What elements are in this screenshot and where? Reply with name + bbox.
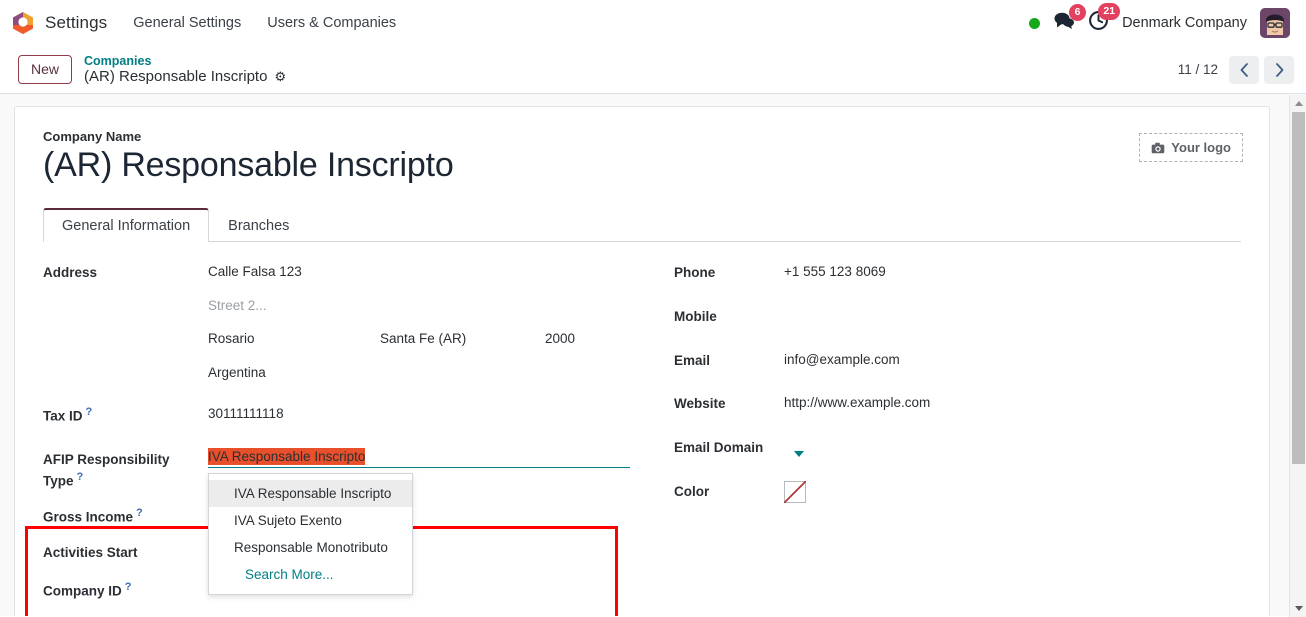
breadcrumb-current-record: (AR) Responsable Inscripto ⚙ [84,68,286,85]
field-website: Website http://www.example.com [674,393,1241,415]
afip-responsibility-type-label: AFIP Responsibility Type? [43,449,208,491]
odoo-logo-icon[interactable] [10,10,36,36]
page-title[interactable]: (AR) Responsable Inscripto [43,146,1241,185]
breadcrumb-item-companies[interactable]: Companies [84,54,286,68]
form-columns: Address Calle Falsa 123 Street 2... Rosa… [43,242,1241,616]
address-city[interactable]: Rosario [208,329,380,349]
tax-id-label: Tax ID? [43,404,208,426]
tax-id-label-text: Tax ID [43,408,83,424]
dropdown-option-iva-sujeto-exento[interactable]: IVA Sujeto Exento [209,507,412,534]
company-id-label: Company ID? [43,579,208,601]
messages-menu[interactable]: 6 [1053,4,1087,35]
tax-id-value[interactable]: 30111111118 [208,404,284,424]
scroll-down-arrow-icon[interactable] [1290,600,1306,617]
field-color: Color [674,481,1241,504]
gross-income-label: Gross Income? [43,505,208,527]
chevron-down-icon[interactable] [794,451,804,458]
address-street2-placeholder[interactable]: Street 2... [208,296,575,316]
scrollbar-thumb[interactable] [1292,112,1305,464]
scroll-up-arrow-icon[interactable] [1290,95,1306,112]
messages-count-badge: 6 [1069,4,1087,21]
dropdown-search-more[interactable]: Search More... [209,561,412,588]
company-logo-upload-label: Your logo [1171,140,1231,155]
activities-start-label: Activities Start [43,545,138,561]
color-label: Color [674,484,710,500]
company-name-label: Company Name [43,129,142,144]
dropdown-option-responsable-monotributo[interactable]: Responsable Monotributo [209,534,412,561]
pager-next-button[interactable] [1264,55,1294,84]
field-address: Address Calle Falsa 123 Street 2... Rosa… [43,262,642,382]
company-id-label-text: Company ID [43,583,122,599]
address-country[interactable]: Argentina [208,363,575,383]
form-column-left: Address Calle Falsa 123 Street 2... Rosa… [43,262,804,616]
afip-input-selected-text: IVA Responsable Inscripto [208,448,366,466]
user-avatar-icon[interactable] [1260,8,1290,38]
pager-count: 11 / 12 [1177,62,1218,77]
tab-branches[interactable]: Branches [209,208,308,242]
nav-menu-general-settings[interactable]: General Settings [133,15,241,31]
phone-value[interactable]: +1 555 123 8069 [784,262,886,282]
address-street[interactable]: Calle Falsa 123 [208,262,575,282]
empty-color-swatch-icon[interactable] [784,481,806,504]
user-menu-label[interactable]: Denmark Company [1122,15,1247,31]
tax-id-help-icon[interactable]: ? [86,406,93,418]
phone-label: Phone [674,265,716,281]
website-label: Website [674,396,726,412]
field-afip-responsibility-type: AFIP Responsibility Type? IVA Responsabl… [43,448,804,596]
address-values: Calle Falsa 123 Street 2... Rosario Sant… [208,262,575,382]
nav-menu-users-companies[interactable]: Users & Companies [267,15,396,31]
afip-label-line2: Type [43,473,74,489]
website-value[interactable]: http://www.example.com [784,393,930,413]
breadcrumb-current-label: (AR) Responsable Inscripto [84,68,268,86]
company-logo-upload-button[interactable]: Your logo [1139,133,1243,162]
afip-responsibility-type-dropdown: IVA Responsable Inscripto IVA Sujeto Exe… [208,473,413,596]
pager: 11 / 12 [1177,55,1294,84]
field-email-domain: Email Domain [674,437,1241,459]
address-label: Address [43,265,98,281]
activities-menu[interactable]: 21 [1088,3,1121,36]
camera-icon [1151,142,1165,153]
control-panel: New Companies (AR) Responsable Inscripto… [0,46,1306,94]
tab-general-information[interactable]: General Information [43,208,210,243]
email-value[interactable]: info@example.com [784,350,900,370]
breadcrumb: Companies (AR) Responsable Inscripto ⚙ [84,54,286,86]
chevron-right-icon [1275,62,1283,77]
email-label: Email [674,353,711,369]
presence-dot-icon[interactable] [1029,17,1041,29]
pager-previous-button[interactable] [1229,55,1259,84]
app-title[interactable]: Settings [45,13,107,33]
gear-icon[interactable]: ⚙ [274,70,286,83]
address-state[interactable]: Santa Fe (AR) [380,329,545,349]
new-button[interactable]: New [18,55,73,84]
field-mobile: Mobile [674,306,1241,328]
mobile-label: Mobile [674,309,717,325]
afip-help-icon[interactable]: ? [77,471,84,483]
form-sheet: Your logo Company Name (AR) Responsable … [14,106,1270,616]
company-id-help-icon[interactable]: ? [125,581,132,593]
afip-responsibility-type-widget: IVA Responsable Inscripto IVA Responsabl… [208,448,804,596]
afip-label-line1: AFIP Responsibility [43,452,170,468]
gross-income-label-text: Gross Income [43,509,134,525]
form-notebook-tabs: General Information Branches [43,207,1241,243]
top-navbar: Settings General Settings Users & Compan… [0,0,1306,46]
dropdown-option-iva-responsable-inscripto[interactable]: IVA Responsable Inscripto [209,480,412,508]
email-domain-label: Email Domain [674,440,764,456]
address-zip[interactable]: 2000 [545,329,575,349]
navbar-systray: 6 21 Denmark Company [1029,3,1294,38]
chevron-left-icon [1240,62,1248,77]
form-view-area: Your logo Company Name (AR) Responsable … [0,94,1306,616]
gross-income-help-icon[interactable]: ? [136,507,143,519]
afip-responsibility-type-input[interactable]: IVA Responsable Inscripto [208,448,630,469]
vertical-scrollbar[interactable] [1289,95,1306,617]
form-column-right: Phone +1 555 123 8069 Mobile Email info@… [642,262,1241,616]
field-email: Email info@example.com [674,350,1241,372]
activities-count-badge: 21 [1098,3,1121,20]
field-phone: Phone +1 555 123 8069 [674,262,1241,284]
field-tax-id: Tax ID? 30111111118 [43,404,642,426]
